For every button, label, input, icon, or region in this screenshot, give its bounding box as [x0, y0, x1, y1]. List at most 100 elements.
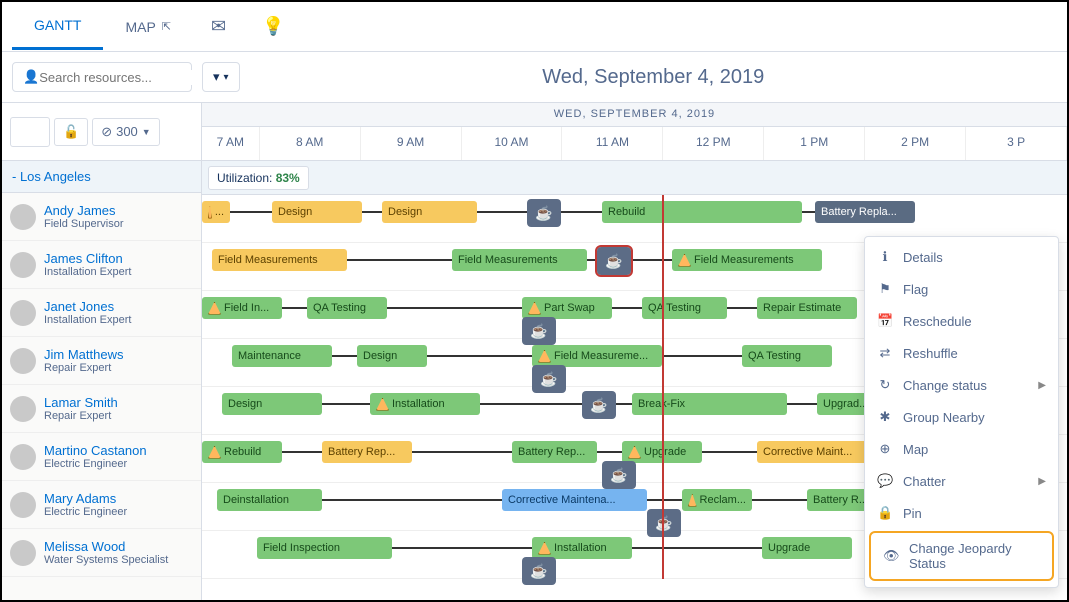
header-blank[interactable] [10, 117, 50, 147]
warning-icon [538, 542, 551, 555]
task-label: Upgrade [768, 542, 810, 554]
task-connector [725, 307, 759, 309]
counter-button[interactable]: ⊘300 ▼ [92, 118, 160, 146]
hour-cell: 1 PM [764, 127, 865, 160]
resource-row[interactable]: Janet Jones Installation Expert [2, 289, 201, 337]
gantt-task[interactable]: ... [202, 201, 230, 223]
gantt-task[interactable]: Rebuild [602, 201, 802, 223]
block-icon: ⊘ [101, 124, 112, 140]
break-icon[interactable]: ☕ [597, 247, 631, 275]
resource-row[interactable]: James Clifton Installation Expert [2, 241, 201, 289]
menu-item-details[interactable]: ℹ Details [865, 241, 1058, 273]
gantt-task[interactable]: QA Testing [642, 297, 727, 319]
menu-item-chatter[interactable]: 💬 Chatter ▶ [865, 465, 1058, 497]
task-label: Upgrade [644, 446, 686, 458]
context-menu: ℹ Details ⚑ Flag 📅 Reschedule ⇄ Reshuffl… [864, 236, 1059, 588]
menu-item-map[interactable]: ⊕ Map [865, 433, 1058, 465]
gantt-task[interactable]: QA Testing [307, 297, 387, 319]
gantt-task[interactable]: Battery R... [807, 489, 872, 511]
utilization-chip: Utilization: 83% [208, 166, 309, 190]
gantt-task[interactable]: Upgrade [762, 537, 852, 559]
toolbar: 👤 ▾▾ Wed, September 4, 2019 [2, 52, 1067, 102]
resource-row[interactable]: Jim Matthews Repair Expert [2, 337, 201, 385]
gantt-task[interactable]: Field Measurements [672, 249, 822, 271]
gantt-task[interactable]: Installation [532, 537, 632, 559]
gantt-task[interactable]: QA Testing [742, 345, 832, 367]
gantt-task[interactable]: Break-Fix [632, 393, 787, 415]
menu-item-flag[interactable]: ⚑ Flag [865, 273, 1058, 305]
gantt-task[interactable]: Repair Estimate [757, 297, 857, 319]
gantt-task[interactable]: Reclam... [682, 489, 752, 511]
gantt-task[interactable]: Design [357, 345, 427, 367]
resource-row[interactable]: Martino Castanon Electric Engineer [2, 433, 201, 481]
task-connector [630, 547, 764, 549]
menu-item-reshuffle[interactable]: ⇄ Reshuffle [865, 337, 1058, 369]
break-icon[interactable]: ☕ [527, 199, 561, 227]
gantt-task[interactable]: Battery Rep... [512, 441, 597, 463]
avatar [10, 348, 36, 374]
task-connector [360, 211, 384, 213]
lock-button[interactable]: 🔓 [54, 118, 88, 146]
lightbulb-icon[interactable]: 💡 [244, 16, 302, 37]
gantt-task[interactable]: Field Inspection [257, 537, 392, 559]
menu-item-group-nearby[interactable]: ✱ Group Nearby [865, 401, 1058, 433]
menu-icon: ⊕ [877, 441, 893, 457]
gantt-task[interactable]: Design [272, 201, 362, 223]
task-label: Design [363, 350, 397, 362]
task-label: QA Testing [648, 302, 701, 314]
task-label: QA Testing [748, 350, 801, 362]
warning-icon [528, 302, 541, 315]
task-label: Design [388, 206, 422, 218]
top-tabs: GANTT MAP ⇱ ✉ 💡 [2, 2, 1067, 52]
current-time-line [662, 195, 664, 579]
gantt-task[interactable]: Installation [370, 393, 480, 415]
gantt-task[interactable]: Battery Rep... [322, 441, 412, 463]
hour-cell: 10 AM [462, 127, 563, 160]
avatar [10, 396, 36, 422]
resource-name: James Clifton [44, 251, 131, 267]
tab-map[interactable]: MAP ⇱ [103, 5, 193, 49]
resource-row[interactable]: Mary Adams Electric Engineer [2, 481, 201, 529]
menu-icon: 📅 [877, 313, 893, 329]
task-label: Rebuild [608, 206, 645, 218]
task-connector [228, 211, 274, 213]
gantt-task[interactable]: Corrective Maintena... [502, 489, 647, 511]
break-icon[interactable]: ☕ [582, 391, 616, 419]
territory-group[interactable]: - Los Angeles [2, 161, 201, 193]
gantt-task[interactable]: Part Swap [522, 297, 612, 319]
gantt-task[interactable]: Design [382, 201, 477, 223]
mail-icon[interactable]: ✉ [193, 16, 244, 37]
resource-row[interactable]: Lamar Smith Repair Expert [2, 385, 201, 433]
task-label: Installation [554, 542, 607, 554]
filter-button[interactable]: ▾▾ [202, 62, 240, 92]
task-label: Battery Rep... [328, 446, 395, 458]
resource-name: Mary Adams [44, 491, 127, 507]
tab-gantt[interactable]: GANTT [12, 3, 103, 50]
resource-title: Repair Expert [44, 410, 118, 422]
gantt-task[interactable]: Field Measurements [452, 249, 587, 271]
gantt-task[interactable]: Corrective Maint... [757, 441, 872, 463]
resource-row[interactable]: Melissa Wood Water Systems Specialist [2, 529, 201, 577]
gantt-task[interactable]: Field Measurements [212, 249, 347, 271]
menu-label: Details [903, 250, 943, 265]
gantt-task[interactable]: Deinstallation [217, 489, 322, 511]
menu-item-change-status[interactable]: ↻ Change status ▶ [865, 369, 1058, 401]
search-input-wrap[interactable]: 👤 [12, 62, 192, 92]
menu-item-change-jeopardy-status[interactable]: 👁 Change Jeopardy Status [869, 531, 1054, 581]
gantt-task[interactable]: Battery Repla... [815, 201, 915, 223]
search-input[interactable] [39, 70, 215, 85]
gantt-task[interactable]: Maintenance [232, 345, 332, 367]
task-label: Field Measurements [218, 254, 318, 266]
gantt-task[interactable]: Rebuild [202, 441, 282, 463]
menu-item-pin[interactable]: 🔒 Pin [865, 497, 1058, 529]
gantt-task[interactable]: Field Measureme... [532, 345, 662, 367]
task-label: Design [228, 398, 262, 410]
warning-icon [208, 302, 221, 315]
gantt-task[interactable]: Field In... [202, 297, 282, 319]
gantt-task[interactable]: Design [222, 393, 322, 415]
menu-label: Change Jeopardy Status [909, 541, 1040, 571]
break-icon[interactable]: ☕ [522, 557, 556, 585]
menu-item-reschedule[interactable]: 📅 Reschedule [865, 305, 1058, 337]
task-connector [385, 307, 524, 309]
resource-row[interactable]: Andy James Field Supervisor [2, 193, 201, 241]
